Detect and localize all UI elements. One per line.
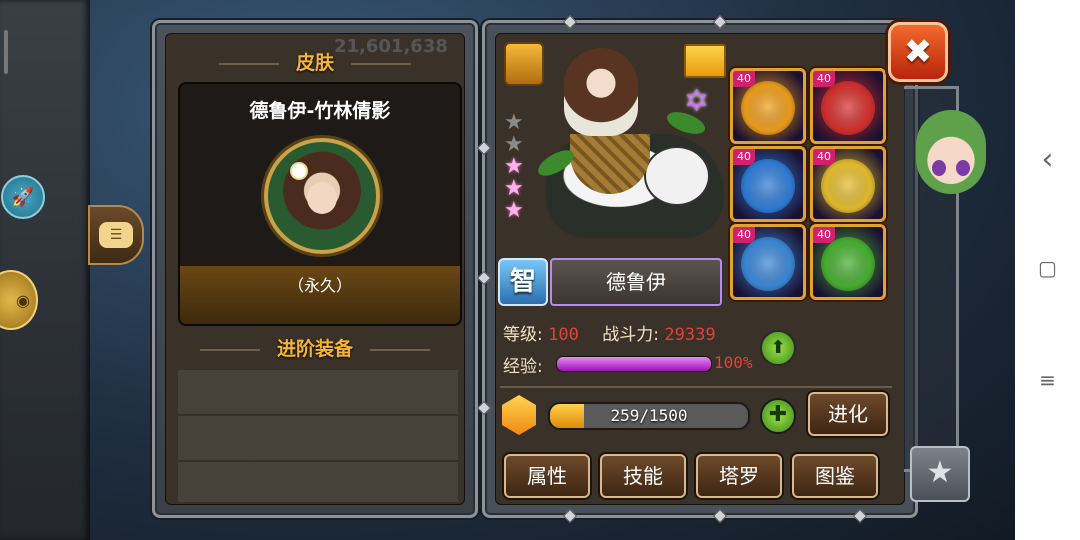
power-up-button[interactable]: ⬆ (760, 330, 796, 366)
panel-rivet (562, 508, 578, 524)
equipment-level-badge: 40 (733, 227, 755, 243)
equipment-level-badge: 40 (813, 149, 835, 165)
equipment-level-badge: 40 (813, 71, 835, 87)
level-power-row: 等级: 100 战斗力: 29339 (503, 320, 716, 345)
chat-bubble-icon: ☰ (99, 222, 133, 248)
exp-label: 经验: (503, 357, 543, 377)
skin-name: 德鲁伊-竹林倩影 (249, 100, 391, 122)
skin-section-title: 皮肤 (166, 48, 464, 75)
tab-codex[interactable]: 图鉴 (792, 454, 878, 498)
level-label: 等级: (503, 325, 543, 345)
tab-tarot[interactable]: 塔罗 (696, 454, 782, 498)
star-lit-icon: ★ (504, 154, 524, 179)
chat-button[interactable]: ☰ (88, 205, 144, 265)
skin-title-text: 皮肤 (295, 52, 334, 74)
evolve-button[interactable]: 进化 (808, 392, 888, 436)
intelligence-badge: 智 (498, 258, 548, 306)
panel-rivet (852, 508, 868, 524)
hero-illustration (526, 44, 726, 244)
skin-card[interactable]: 德鲁伊-竹林倩影 （永久） (178, 82, 462, 326)
panel-rivet (476, 400, 492, 416)
advanced-title-text: 进阶装备 (276, 338, 353, 360)
equipment-slot[interactable]: 40 (810, 146, 886, 222)
game-scene: 🚀 ◉ ☰ 21,601,638 皮肤 德鲁伊-竹林倩影 （永久） 进阶装备 ✡… (0, 0, 1015, 540)
exp-percent: 100% (714, 353, 753, 372)
next-hero-eye (932, 160, 946, 176)
panda-head (644, 146, 710, 206)
equipment-icon (741, 159, 795, 213)
portrait-flower (290, 162, 308, 180)
equipment-slot[interactable]: 40 (730, 146, 806, 222)
panel-rivet (476, 140, 492, 156)
fragment-count: 259/1500 (610, 406, 688, 425)
nav-menu-icon[interactable]: ≡ (1015, 368, 1080, 392)
exp-bar (556, 356, 712, 372)
equipment-slot[interactable]: 40 (810, 68, 886, 144)
exp-bar-fill (557, 357, 711, 371)
nav-home-icon[interactable]: ▢ (1015, 256, 1080, 280)
scroll-rail (4, 30, 8, 74)
next-hero-head (916, 110, 986, 194)
equipment-slot[interactable]: 40 (730, 68, 806, 144)
equipment-level-badge: 40 (813, 227, 835, 243)
star-lit-icon: ★ (504, 176, 524, 201)
tab-skills[interactable]: 技能 (600, 454, 686, 498)
skin-panel-body: 21,601,638 皮肤 德鲁伊-竹林倩影 （永久） 进阶装备 (165, 33, 465, 505)
panel-rivet (476, 270, 492, 286)
equipment-icon (821, 237, 875, 291)
equipment-slot[interactable]: 40 (810, 224, 886, 300)
star-empty-icon: ★ (504, 110, 524, 135)
equipment-level-badge: 40 (733, 149, 755, 165)
panel-rivet (712, 14, 728, 30)
equipment-icon (741, 81, 795, 135)
close-button[interactable]: ✖ (888, 22, 948, 82)
next-hero-preview[interactable] (912, 100, 992, 250)
druid-girl (564, 48, 638, 136)
equipment-icon (821, 81, 875, 135)
panel-rivet (562, 14, 578, 30)
advanced-equipment-area (178, 370, 458, 502)
panel-rivet (712, 508, 728, 524)
equipment-icon (821, 159, 875, 213)
power-value: 29339 (664, 325, 716, 345)
fragment-bar: 259/1500 (548, 402, 750, 430)
equipment-level-badge: 40 (733, 71, 755, 87)
tab-attributes[interactable]: 属性 (504, 454, 590, 498)
advanced-equipment-title: 进阶装备 (166, 334, 464, 361)
equipment-icon (741, 237, 795, 291)
level-value: 100 (548, 325, 579, 345)
favorite-star-button[interactable]: ★ (910, 446, 970, 502)
star-empty-icon: ★ (504, 132, 524, 157)
system-nav-bar: ‹ ▢ ≡ (1015, 0, 1080, 540)
nav-back-icon[interactable]: ‹ (1015, 142, 1080, 177)
next-hero-eye (956, 160, 970, 176)
rocket-icon[interactable]: 🚀 (1, 175, 45, 219)
hero-name: 德鲁伊 (550, 258, 722, 306)
skin-duration: （永久） (287, 276, 352, 295)
hero-star-rating: ★ ★ ★ ★ ★ (504, 112, 526, 222)
equipment-slot[interactable]: 40 (730, 224, 806, 300)
skin-panel: 21,601,638 皮肤 德鲁伊-竹林倩影 （永久） 进阶装备 (152, 20, 478, 518)
portrait-face (307, 182, 337, 214)
skin-portrait (264, 138, 380, 254)
divider (500, 386, 892, 388)
add-fragments-button[interactable]: ✚ (760, 398, 796, 434)
star-lit-icon: ★ (504, 198, 524, 223)
power-label: 战斗力: (602, 325, 659, 345)
